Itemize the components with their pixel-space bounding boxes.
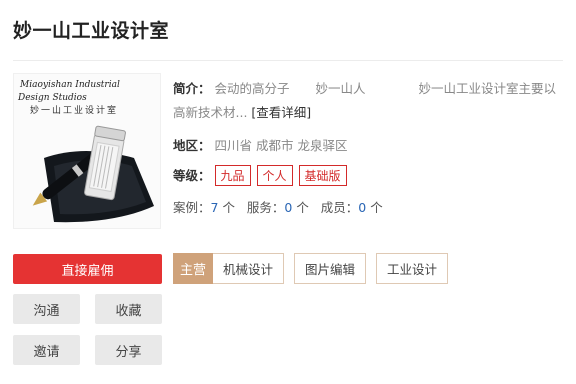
favorite-button[interactable]: 收藏	[95, 294, 162, 324]
region-row: 地区： 四川省 成都市 龙泉驿区	[173, 135, 347, 154]
region-value: 四川省 成都市 龙泉驿区	[214, 138, 348, 153]
skill-tag-mechanical-design[interactable]: 机械设计	[213, 253, 285, 284]
main-business-badge: 主营	[173, 253, 213, 284]
intro-label: 简介：	[173, 81, 211, 96]
members-count: 0	[358, 200, 367, 215]
logo-text-line1: Miaoyishan Industrial	[20, 80, 120, 90]
skill-tag-image-editing[interactable]: 图片编辑	[294, 253, 367, 284]
intro-part-2: 妙一山人	[315, 81, 366, 96]
members-label: 成员：	[320, 200, 359, 215]
services-label: 服务：	[246, 200, 285, 215]
intro-line-2-text: 高新技术材...	[173, 105, 248, 120]
pen-and-lighter-illustration	[32, 125, 154, 223]
level-row: 等级： 九品 个人 基础版	[173, 165, 353, 186]
intro-part-3: 妙一山工业设计室主要以	[418, 81, 557, 96]
view-details-link[interactable]: [查看详细]	[251, 105, 311, 120]
services-unit: 个	[296, 200, 309, 215]
level-tag-type: 个人	[256, 165, 293, 186]
contact-button[interactable]: 沟通	[13, 294, 80, 324]
cases-label: 案例：	[173, 200, 211, 215]
hire-button[interactable]: 直接雇佣	[13, 254, 162, 284]
intro-line-2: 高新技术材... [查看详细]	[173, 102, 311, 121]
share-button[interactable]: 分享	[95, 335, 162, 365]
studio-logo[interactable]: Miaoyishan Industrial Design Studios 妙一山…	[13, 73, 161, 229]
intro-part-1: 会动的高分子	[214, 81, 290, 96]
main-business-skills: 主营 机械设计 图片编辑 工业设计	[173, 253, 458, 284]
level-label: 等级：	[173, 168, 211, 183]
level-tag-plan: 基础版	[298, 165, 347, 186]
studio-name: 妙一山工业设计室	[13, 20, 170, 42]
logo-text-line2: Design Studios	[18, 93, 87, 103]
invite-button[interactable]: 邀请	[13, 335, 80, 365]
cases-unit: 个	[222, 200, 235, 215]
region-label: 地区：	[173, 138, 211, 153]
members-unit: 个	[370, 200, 383, 215]
intro-line-1: 简介： 会动的高分子 妙一山人 妙一山工业设计室主要以	[173, 78, 556, 97]
skill-tag-industrial-design[interactable]: 工业设计	[376, 253, 449, 284]
level-tag-rank: 九品	[214, 165, 251, 186]
header-divider	[13, 60, 563, 61]
stats-row: 案例：7 个 服务：0 个 成员：0 个	[173, 197, 383, 216]
cases-count: 7	[210, 200, 219, 215]
services-count: 0	[284, 200, 293, 215]
